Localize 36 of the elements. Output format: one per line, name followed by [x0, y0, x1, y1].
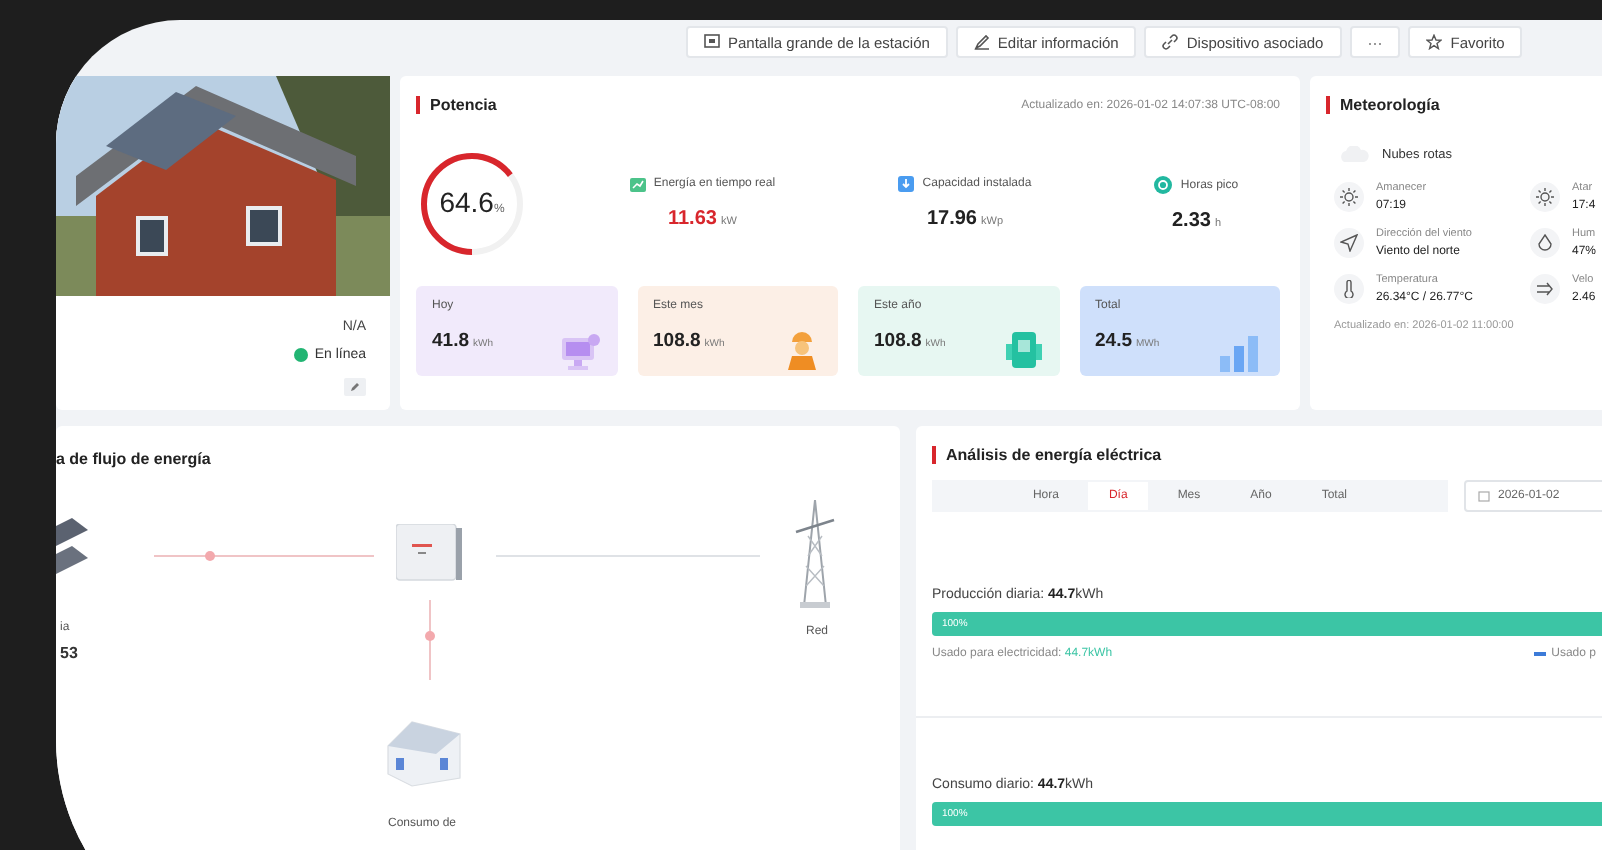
screen-icon [704, 34, 720, 50]
navigation-icon [1340, 234, 1358, 252]
droplet-icon [1536, 234, 1554, 252]
monitor-icon [557, 332, 601, 372]
tile-value: 24.5 [1095, 330, 1132, 352]
metric-value: 17.96 [926, 208, 977, 230]
card-title: Potencia [416, 96, 497, 114]
gauge-value: 64.6 [439, 186, 494, 218]
card-title: Análisis de energía eléctrica [932, 446, 1162, 464]
battery-icon [1003, 328, 1043, 372]
power-tower-drawing [790, 496, 840, 610]
sun-icon [1340, 188, 1358, 206]
thermometer-icon [1340, 280, 1358, 298]
tile-value: 108.8 [874, 330, 922, 352]
bar-chart-icon [1216, 332, 1264, 372]
star-icon [1426, 34, 1443, 50]
download-icon [898, 176, 915, 192]
calendar-icon [1478, 490, 1490, 502]
metric-value: 2.33 [1171, 210, 1211, 232]
node-value: 53 [60, 644, 78, 662]
worker-icon [782, 328, 822, 372]
clock-icon [1154, 176, 1173, 194]
pencil-icon [973, 34, 990, 50]
wind-icon [1536, 280, 1554, 298]
card-title: Meteorología [1326, 96, 1440, 114]
tile-value: 41.8 [432, 330, 469, 352]
metric-value: 11.63 [667, 208, 717, 230]
link-icon [1162, 34, 1179, 50]
inverter-drawing [396, 524, 464, 584]
chart-icon [629, 176, 646, 192]
pencil-icon [350, 382, 360, 392]
edit-button[interactable] [344, 378, 366, 396]
sun-icon [1536, 188, 1554, 206]
flow-line [425, 599, 435, 681]
card-title: a de flujo de energía [56, 448, 213, 468]
tile-value: 108.8 [653, 330, 701, 352]
